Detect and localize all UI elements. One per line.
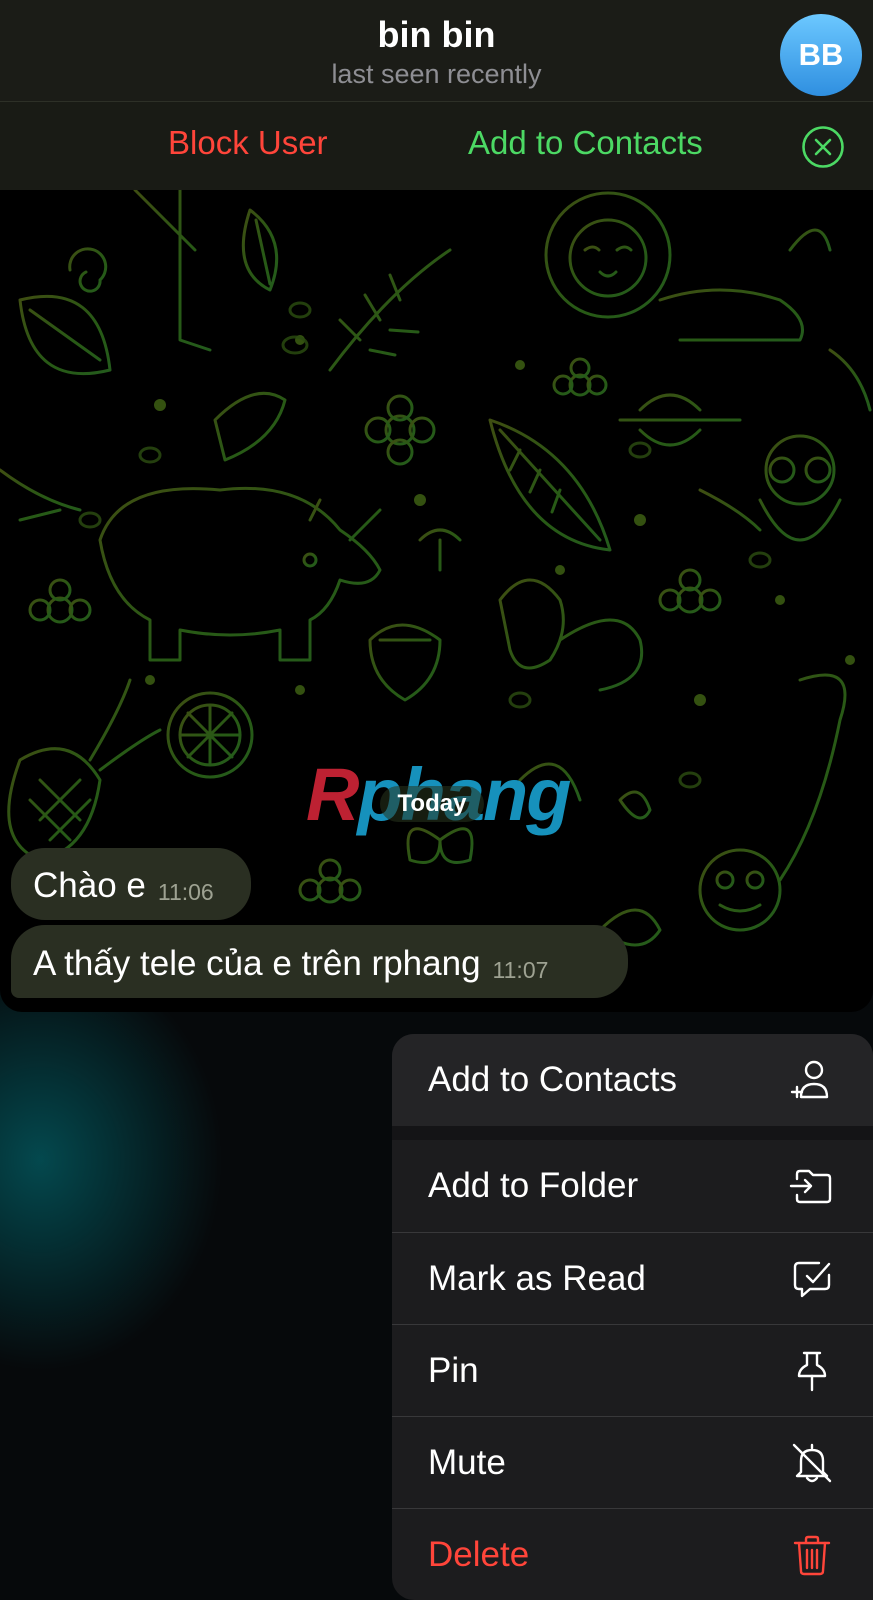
chat-title[interactable]: bin bin — [0, 14, 873, 56]
add-to-contacts-button[interactable]: Add to Contacts — [468, 124, 703, 162]
message-time: 11:07 — [492, 957, 549, 983]
menu-item-label: Mark as Read — [428, 1258, 646, 1298]
new-contact-action-bar: Block User Add to Contacts — [0, 102, 873, 190]
bell-slash-icon — [792, 1443, 832, 1482]
message-bubble[interactable]: Chào e 11:06 — [11, 848, 251, 920]
menu-item-mark-as-read[interactable]: Mark as Read — [392, 1233, 873, 1324]
message-text: A thấy tele của e trên rphang — [33, 944, 481, 983]
menu-item-add-to-contacts[interactable]: Add to Contacts — [392, 1034, 873, 1126]
close-icon[interactable] — [801, 125, 845, 169]
menu-item-add-to-folder[interactable]: Add to Folder — [392, 1140, 873, 1232]
menu-item-mute[interactable]: Mute — [392, 1417, 873, 1508]
menu-item-label: Delete — [428, 1534, 530, 1574]
context-menu: Add to Contacts Add to Folder Mark as Re… — [392, 1034, 873, 1600]
pin-icon — [797, 1351, 827, 1391]
menu-item-pin[interactable]: Pin — [392, 1325, 873, 1416]
date-separator: Today — [380, 786, 484, 822]
menu-item-label: Mute — [428, 1442, 506, 1482]
message-bubble[interactable]: A thấy tele của e trên rphang 11:07 — [11, 925, 628, 998]
menu-divider — [392, 1126, 873, 1140]
mark-read-icon — [793, 1261, 831, 1297]
message-text: Chào e — [33, 866, 146, 905]
menu-item-delete[interactable]: Delete — [392, 1509, 873, 1600]
avatar[interactable]: BB — [780, 14, 862, 96]
message-time: 11:06 — [157, 879, 214, 905]
menu-item-label: Add to Contacts — [428, 1060, 678, 1099]
chat-preview: bin bin last seen recently BB Block User… — [0, 0, 873, 1012]
block-user-button[interactable]: Block User — [168, 124, 328, 162]
menu-item-label: Pin — [428, 1350, 479, 1390]
add-contact-icon — [790, 1060, 829, 1099]
trash-icon — [793, 1535, 831, 1575]
move-to-folder-icon — [789, 1169, 832, 1204]
menu-item-label: Add to Folder — [428, 1166, 639, 1205]
chat-status: last seen recently — [331, 59, 542, 89]
chat-header: bin bin last seen recently BB — [0, 0, 873, 102]
